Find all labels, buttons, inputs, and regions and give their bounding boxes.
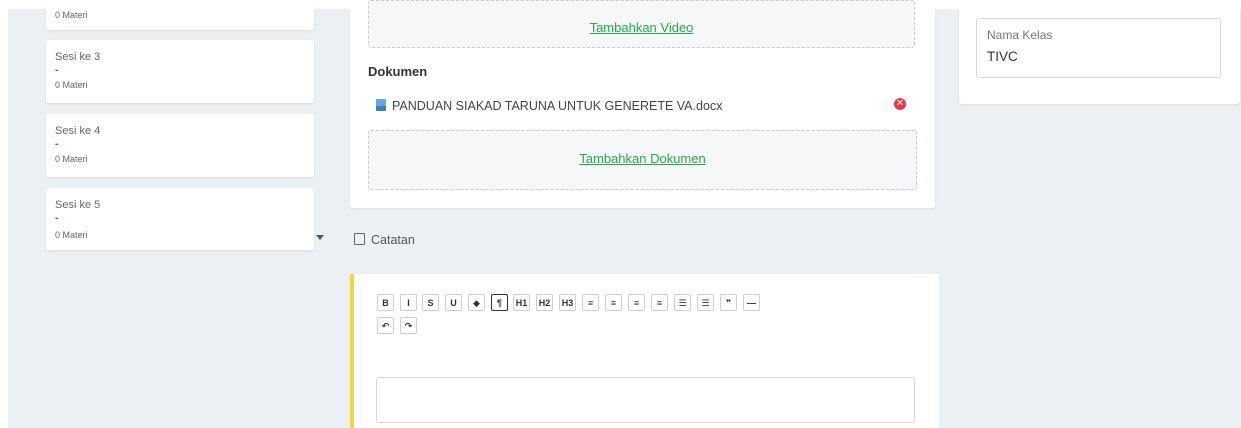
heading2-button[interactable]: H2 <box>536 294 553 311</box>
ordered-list-button[interactable]: ☰ <box>697 294 714 311</box>
align-right-button[interactable]: ≡ <box>628 294 645 311</box>
bold-button[interactable]: B <box>377 294 394 311</box>
undo-button[interactable]: ↶ <box>377 317 394 334</box>
video-dropzone[interactable]: Tambahkan Video <box>368 0 915 48</box>
page-background: 0 Materi Sesi ke 3 - 0 Materi Sesi ke 4 … <box>8 0 1241 428</box>
notes-editor: B I S U ◆ ¶ H1 H2 H3 ≡ ≡ ≡ ≡ ☰ ☰ ❞ — ↶ ↷ <box>350 274 939 428</box>
notes-section-label: Catatan <box>354 233 415 247</box>
class-info-card: Nama Kelas TIVC <box>959 9 1240 104</box>
document-file-icon <box>376 99 386 111</box>
add-document-link[interactable]: Tambahkan Dokumen <box>579 151 705 166</box>
align-center-button[interactable]: ≡ <box>605 294 622 311</box>
class-name-field[interactable]: Nama Kelas TIVC <box>976 18 1221 78</box>
strikethrough-button[interactable]: S <box>422 294 439 311</box>
tag-button[interactable]: ◆ <box>468 294 485 311</box>
session-material-count: 0 Materi <box>55 230 88 240</box>
align-justify-button[interactable]: ≡ <box>651 294 668 311</box>
notes-text-area[interactable] <box>376 377 915 423</box>
session-card-3[interactable]: Sesi ke 3 - 0 Materi <box>46 40 314 103</box>
session-status-dash: - <box>55 212 59 224</box>
session-material-count: 0 Materi <box>55 10 88 20</box>
heading1-button[interactable]: H1 <box>513 294 530 311</box>
heading3-button[interactable]: H3 <box>559 294 576 311</box>
document-item[interactable]: PANDUAN SIAKAD TARUNA UNTUK GENERETE VA.… <box>376 99 722 113</box>
document-file-name: PANDUAN SIAKAD TARUNA UNTUK GENERETE VA.… <box>392 99 723 113</box>
paragraph-button[interactable]: ¶ <box>491 294 508 311</box>
add-video-link[interactable]: Tambahkan Video <box>590 20 694 35</box>
documents-heading: Dokumen <box>368 64 428 79</box>
session-title: Sesi ke 5 <box>55 199 101 211</box>
session-material-count: 0 Materi <box>55 154 88 164</box>
blockquote-button[interactable]: ❞ <box>720 294 737 311</box>
horizontal-rule-button[interactable]: — <box>743 294 760 311</box>
scroll-down-icon[interactable] <box>316 235 324 240</box>
redo-button[interactable]: ↷ <box>400 317 417 334</box>
italic-button[interactable]: I <box>400 294 417 311</box>
session-card[interactable]: 0 Materi <box>46 0 314 30</box>
media-card: Tambahkan Video Dokumen PANDUAN SIAKAD T… <box>350 0 935 208</box>
bullet-list-button[interactable]: ☰ <box>674 294 691 311</box>
session-status-dash: - <box>55 64 59 76</box>
align-left-button[interactable]: ≡ <box>582 294 599 311</box>
document-dropzone[interactable]: Tambahkan Dokumen <box>368 130 917 190</box>
class-name-value: TIVC <box>987 49 1018 64</box>
remove-document-icon[interactable]: ✕ <box>894 98 906 110</box>
session-title: Sesi ke 4 <box>55 125 101 137</box>
underline-button[interactable]: U <box>445 294 462 311</box>
class-name-label: Nama Kelas <box>987 28 1053 42</box>
session-status-dash: - <box>55 138 59 150</box>
note-icon <box>354 233 365 245</box>
session-material-count: 0 Materi <box>55 80 88 90</box>
session-title: Sesi ke 3 <box>55 51 101 63</box>
notes-label: Catatan <box>371 233 415 247</box>
session-card-5[interactable]: Sesi ke 5 - 0 Materi <box>46 188 314 250</box>
session-card-4[interactable]: Sesi ke 4 - 0 Materi <box>46 114 314 177</box>
